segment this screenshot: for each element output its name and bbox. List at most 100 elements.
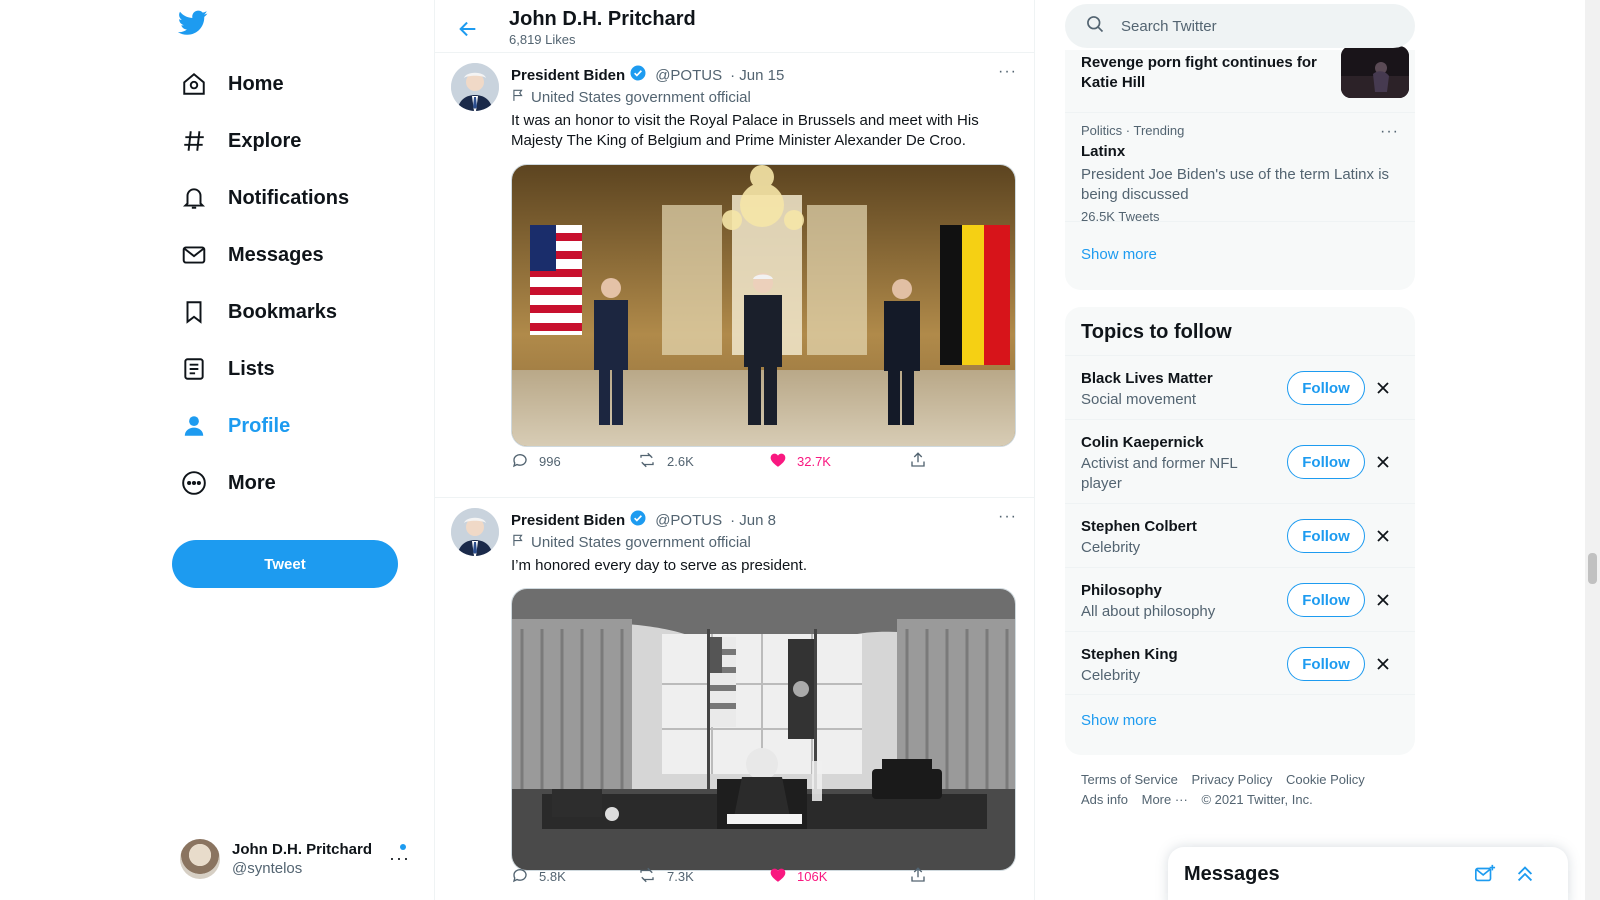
like-count: 106K: [797, 869, 828, 884]
cookie-link[interactable]: Cookie Policy: [1286, 772, 1365, 787]
flag-icon: [511, 88, 525, 106]
page-scrollbar[interactable]: [1585, 0, 1600, 900]
nav-messages[interactable]: Messages: [178, 233, 324, 277]
nav-lists[interactable]: Lists: [178, 347, 275, 391]
messages-drawer-title: Messages: [1184, 863, 1280, 885]
privacy-link[interactable]: Privacy Policy: [1191, 772, 1272, 787]
footer-links: Terms of Service Privacy Policy Cookie P…: [1081, 770, 1401, 810]
topic-name: Black Lives Matter: [1081, 370, 1213, 387]
share-icon: [909, 866, 927, 887]
topic-name: Stephen King: [1081, 646, 1178, 663]
share-button[interactable]: [909, 866, 927, 887]
retweet-count: 7.3K: [667, 869, 694, 884]
topic-description: Activist and former NFL player: [1081, 455, 1238, 492]
tweet-date[interactable]: · Jun 8: [730, 512, 776, 529]
follow-button[interactable]: Follow: [1287, 583, 1365, 617]
follow-button[interactable]: Follow: [1287, 371, 1365, 405]
account-switcher[interactable]: John D.H. Pritchard @syntelos ···: [180, 834, 420, 884]
avatar: [180, 839, 220, 879]
topic-item[interactable]: Stephen King Celebrity Follow: [1065, 631, 1415, 695]
terms-link[interactable]: Terms of Service: [1081, 772, 1178, 787]
tweet-photo[interactable]: [511, 164, 1016, 447]
trend-item[interactable]: Revenge porn fight continues for Katie H…: [1081, 46, 1411, 110]
tweet-more-icon[interactable]: ···: [998, 63, 1017, 81]
tweet-more-icon[interactable]: ···: [998, 508, 1017, 526]
topics-panel: Topics to follow Black Lives Matter Soci…: [1065, 307, 1415, 755]
footer-more-link[interactable]: More ···: [1142, 792, 1188, 807]
close-icon[interactable]: [1371, 450, 1395, 474]
topic-description: Celebrity: [1081, 539, 1141, 556]
retweet-button[interactable]: 7.3K: [637, 866, 769, 887]
left-sidebar: Home Explore Notifications Messages Book…: [0, 0, 435, 900]
bell-icon: [178, 182, 210, 214]
trends-show-more-link[interactable]: Show more: [1081, 246, 1157, 263]
search-input[interactable]: [1121, 17, 1381, 35]
hashtag-icon: [178, 125, 210, 157]
more-dots-icon[interactable]: ···: [389, 848, 410, 869]
reply-icon: [511, 866, 529, 887]
tweet[interactable]: President Biden @POTUS · Jun 8 ··· Unite…: [435, 498, 1034, 900]
copyright: © 2021 Twitter, Inc.: [1201, 792, 1313, 807]
topic-item[interactable]: Stephen Colbert Celebrity Follow: [1065, 503, 1415, 567]
close-icon[interactable]: [1371, 652, 1395, 676]
topic-item[interactable]: Colin Kaepernick Activist and former NFL…: [1065, 419, 1415, 503]
nav-more[interactable]: More: [178, 461, 276, 505]
topics-show-more-link[interactable]: Show more: [1081, 712, 1157, 729]
tweet-photo[interactable]: [511, 588, 1016, 871]
follow-button[interactable]: Follow: [1287, 445, 1365, 479]
topic-description: Celebrity: [1081, 667, 1141, 684]
reply-button[interactable]: 996: [511, 451, 637, 472]
retweet-button[interactable]: 2.6K: [637, 451, 769, 472]
tweet-author[interactable]: President Biden @POTUS · Jun 8: [511, 509, 776, 531]
back-arrow-icon[interactable]: [451, 12, 485, 46]
close-icon[interactable]: [1371, 524, 1395, 548]
ads-info-link[interactable]: Ads info: [1081, 792, 1128, 807]
new-message-icon[interactable]: [1474, 863, 1496, 890]
topic-name: Philosophy: [1081, 582, 1162, 599]
tweet-date[interactable]: · Jun 15: [730, 67, 784, 84]
reply-button[interactable]: 5.8K: [511, 866, 637, 887]
twitter-logo-icon[interactable]: [177, 10, 214, 42]
nav-label: Explore: [228, 129, 302, 152]
retweet-icon: [637, 866, 657, 887]
scrollbar-thumb[interactable]: [1588, 553, 1597, 584]
chevron-up-double-icon[interactable]: [1514, 863, 1536, 890]
reply-count: 5.8K: [539, 869, 566, 884]
nav-explore[interactable]: Explore: [178, 119, 301, 163]
avatar[interactable]: [451, 508, 499, 556]
avatar[interactable]: [451, 63, 499, 111]
search-box[interactable]: [1065, 4, 1415, 48]
share-button[interactable]: [909, 451, 927, 472]
follow-button[interactable]: Follow: [1287, 519, 1365, 553]
retweet-icon: [637, 451, 657, 472]
topic-item[interactable]: Black Lives Matter Social movement Follo…: [1065, 355, 1415, 419]
government-label: United States government official: [511, 533, 751, 551]
tweet-button[interactable]: Tweet: [172, 540, 398, 588]
nav-label: Messages: [228, 243, 324, 266]
page-header: John D.H. Pritchard 6,819 Likes: [435, 0, 1034, 53]
tweet[interactable]: President Biden @POTUS · Jun 15 ··· Unit…: [435, 53, 1034, 498]
more-dots-icon[interactable]: ···: [1380, 123, 1399, 141]
close-icon[interactable]: [1371, 588, 1395, 612]
topic-item[interactable]: Philosophy All about philosophy Follow: [1065, 567, 1415, 631]
nav-notifications[interactable]: Notifications: [178, 176, 349, 220]
tweet-author[interactable]: President Biden @POTUS · Jun 15: [511, 64, 784, 86]
page-title: John D.H. Pritchard: [509, 8, 696, 30]
follow-button[interactable]: Follow: [1287, 647, 1365, 681]
label-text: United States government official: [531, 88, 751, 106]
verified-badge-icon: [629, 64, 647, 86]
close-icon[interactable]: [1371, 376, 1395, 400]
author-handle: @POTUS: [655, 511, 723, 529]
nav-bookmarks[interactable]: Bookmarks: [178, 290, 337, 334]
nav-home[interactable]: Home: [178, 62, 284, 106]
heart-filled-icon: [769, 451, 787, 472]
retweet-count: 2.6K: [667, 454, 694, 469]
home-icon: [178, 68, 210, 100]
like-button[interactable]: 106K: [769, 866, 909, 887]
nav-label: Profile: [228, 414, 291, 437]
author-name: President Biden: [511, 66, 626, 84]
messages-drawer[interactable]: Messages: [1168, 847, 1568, 900]
like-button[interactable]: 32.7K: [769, 451, 909, 472]
nav-profile[interactable]: Profile: [178, 404, 290, 448]
trend-item[interactable]: Politics · Trending Latinx President Joe…: [1065, 112, 1415, 224]
